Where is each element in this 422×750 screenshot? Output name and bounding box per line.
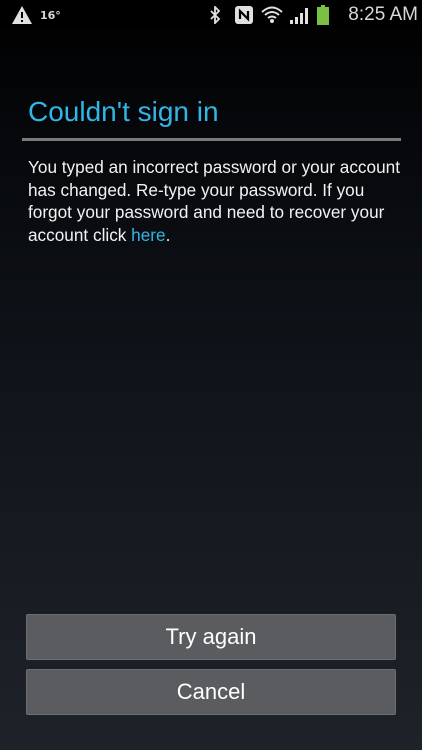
- message-end: .: [165, 224, 171, 245]
- cancel-button[interactable]: Cancel: [26, 669, 396, 715]
- battery-icon: [314, 0, 332, 30]
- clock: 8:25 AM: [348, 4, 418, 25]
- dialog-title: Couldn't sign in: [28, 96, 219, 127]
- nfc-icon: [233, 0, 255, 30]
- message-text: You typed an incorrect password or your …: [28, 157, 400, 245]
- signal-icon: [288, 0, 312, 30]
- warning-icon: [10, 0, 34, 30]
- temperature-text: 16°: [40, 8, 61, 22]
- try-again-button[interactable]: Try again: [26, 614, 396, 660]
- title-divider: [22, 138, 401, 141]
- bluetooth-icon: [206, 0, 224, 30]
- recover-account-link[interactable]: here: [131, 225, 165, 245]
- status-bar: 16° 8:25 AM: [0, 0, 422, 30]
- dialog-message: You typed an incorrect password or your …: [28, 156, 400, 246]
- wifi-icon: [260, 0, 284, 30]
